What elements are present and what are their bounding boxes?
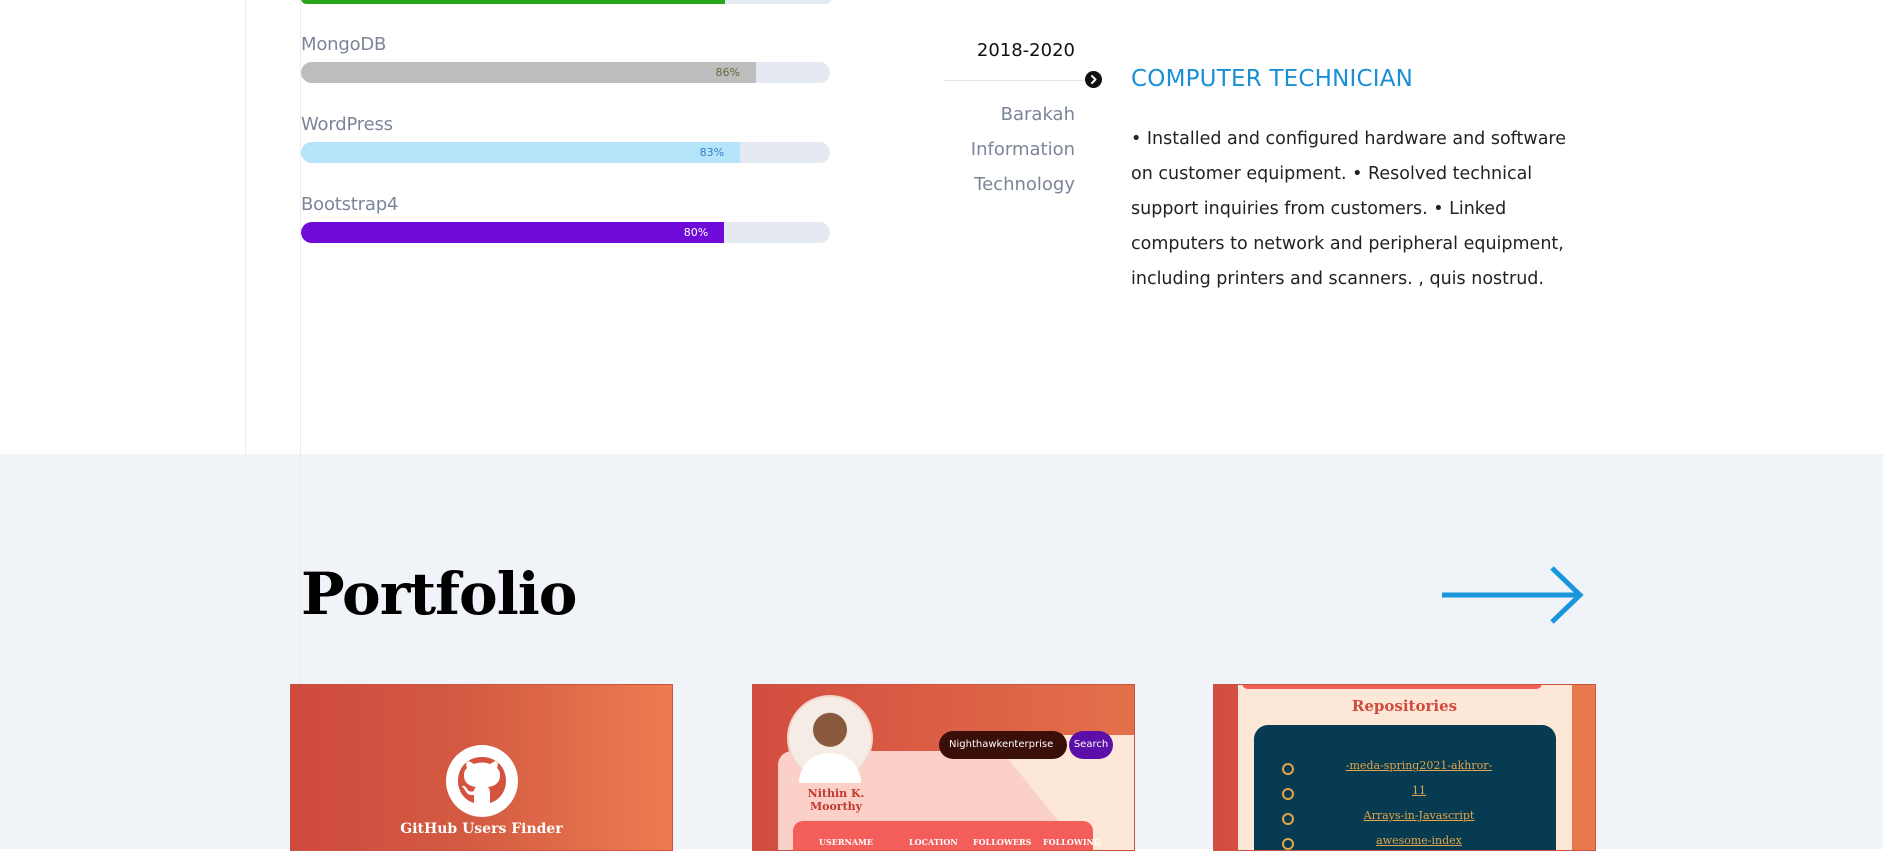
skill-progress-bar: 83% (301, 142, 830, 163)
skill-progress-fill: 83% (301, 142, 741, 163)
skill-progress-bar: 80% (301, 222, 830, 243)
experience-years: 2018-2020 (976, 40, 1075, 61)
skill-percent: 80% (683, 226, 709, 239)
column-header: FOLLOWING (1043, 837, 1101, 847)
experience-title: COMPUTER TECHNICIAN (1131, 66, 1414, 92)
timeline-divider (944, 80, 1099, 81)
column-header: LOCATION (909, 837, 958, 847)
github-icon (1282, 813, 1294, 825)
search-input: Nighthawkenterprise (939, 731, 1067, 759)
repositories-heading: Repositories (1351, 697, 1458, 715)
profile-name: Nithin K. Moorthy (807, 787, 865, 813)
card-top-bar (1242, 685, 1542, 689)
search-button: Search (1069, 731, 1113, 759)
repo-link: awesome-index (1376, 834, 1462, 847)
github-icon (1282, 763, 1294, 775)
portfolio-card-repositories[interactable]: Repositories -meda-spring2021-akhror- 11… (1213, 684, 1596, 851)
experience-company: Barakah Information Technology (944, 97, 1075, 202)
skill-progress-fill: 86% (301, 62, 756, 83)
experience-description: • Installed and configured hardware and … (1131, 129, 1567, 289)
skill-name: WordPress (301, 114, 393, 135)
company-line: Information (970, 139, 1075, 160)
arrow-right-icon[interactable] (1440, 563, 1586, 632)
skill-percent: 83% (699, 146, 725, 159)
avatar (787, 695, 873, 783)
chevron-circle-right-icon (1085, 71, 1102, 88)
skill-name: MongoDB (301, 34, 387, 55)
skill-name: Bootstrap4 (301, 194, 399, 215)
github-icon (446, 745, 518, 817)
card-caption: GitHub Users Finder (400, 821, 563, 837)
portfolio-card-github-finder[interactable]: GitHub Users Finder (290, 684, 673, 851)
skill-progress-fill: 80% (301, 222, 725, 243)
repo-link: Arrays-in-Javascript (1363, 809, 1475, 822)
repo-link: 11 (1412, 784, 1426, 797)
timeline-date: 2018-2020 (944, 40, 1075, 61)
portfolio-heading: Portfolio (301, 560, 577, 628)
repo-link: -meda-spring2021-akhror- (1345, 759, 1493, 772)
github-icon (1282, 838, 1294, 850)
skill-bar-top (301, 0, 831, 4)
skill-progress-bar: 86% (301, 62, 830, 83)
github-icon (1282, 788, 1294, 800)
skill-percent: 86% (715, 66, 740, 79)
column-header: FOLLOWERS (973, 837, 1032, 847)
company-line: Technology (974, 174, 1075, 195)
company-line: Barakah (1000, 104, 1075, 125)
portfolio-card-profile-search[interactable]: Nithin K. Moorthy Nighthawkenterprise Se… (752, 684, 1135, 851)
skill-bar-top-fill (301, 0, 725, 4)
column-header: USERNAME (819, 837, 873, 847)
